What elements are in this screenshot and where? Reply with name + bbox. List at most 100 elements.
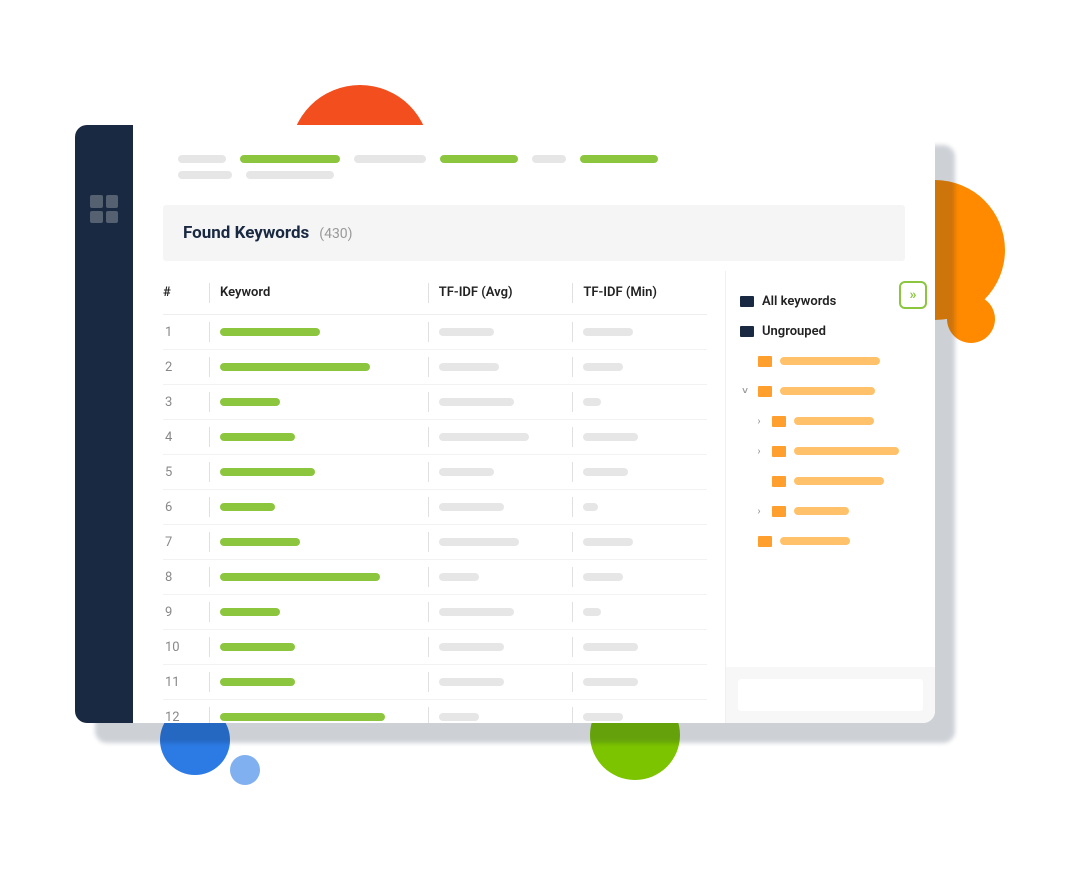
cell-tfidf-min <box>583 433 707 441</box>
folder-icon <box>758 356 772 367</box>
folder-icon <box>772 446 786 457</box>
breadcrumb-segment[interactable] <box>178 155 226 163</box>
dashboard-icon[interactable] <box>90 195 118 223</box>
chevron-icon: › <box>754 446 764 457</box>
table-body: 123456789101112 <box>163 315 707 723</box>
cell-tfidf-avg <box>439 608 563 616</box>
row-index: 9 <box>163 605 199 620</box>
folder-label-placeholder <box>794 507 849 515</box>
table-row[interactable]: 9 <box>163 595 707 630</box>
table-row[interactable]: 5 <box>163 455 707 490</box>
decor-blob-blue-bottom-2 <box>230 755 260 785</box>
table-row[interactable]: 10 <box>163 630 707 665</box>
col-header-tfidf-avg[interactable]: TF-IDF (Avg) <box>439 285 563 300</box>
folder-item[interactable] <box>740 466 921 496</box>
folder-icon <box>740 326 754 337</box>
breadcrumb-segment[interactable] <box>240 155 340 163</box>
groups-panel-footer <box>726 667 935 723</box>
cell-keyword <box>220 503 418 511</box>
col-header-index[interactable]: # <box>163 285 199 300</box>
cell-keyword <box>220 468 418 476</box>
table-row[interactable]: 7 <box>163 525 707 560</box>
breadcrumb-segment[interactable] <box>532 155 566 163</box>
page-title: Found Keywords <box>183 223 309 243</box>
folder-icon <box>772 416 786 427</box>
cell-keyword <box>220 678 418 686</box>
folder-icon <box>758 386 772 397</box>
cell-tfidf-min <box>583 713 707 721</box>
col-header-keyword[interactable]: Keyword <box>220 285 418 300</box>
table-row[interactable]: 2 <box>163 350 707 385</box>
breadcrumb-segment[interactable] <box>354 155 426 163</box>
cell-keyword <box>220 608 418 616</box>
table-row[interactable]: 8 <box>163 560 707 595</box>
cell-keyword <box>220 328 418 336</box>
folder-label-placeholder <box>780 387 875 395</box>
cell-tfidf-min <box>583 468 707 476</box>
breadcrumb-segment[interactable] <box>580 155 658 163</box>
row-index: 8 <box>163 570 199 585</box>
cell-tfidf-min <box>583 608 707 616</box>
table-row[interactable]: 3 <box>163 385 707 420</box>
folder-item[interactable]: › <box>740 496 921 526</box>
folder-ungrouped[interactable]: Ungrouped <box>740 316 921 346</box>
folder-item[interactable]: ˅ <box>740 376 921 406</box>
cell-keyword <box>220 363 418 371</box>
folder-label-placeholder <box>794 447 899 455</box>
table-row[interactable]: 12 <box>163 700 707 723</box>
row-index: 4 <box>163 430 199 445</box>
cell-tfidf-avg <box>439 643 563 651</box>
folder-item[interactable]: › <box>740 406 921 436</box>
folder-icon <box>772 476 786 487</box>
folder-item[interactable]: › <box>740 436 921 466</box>
folder-label-placeholder <box>780 537 850 545</box>
table-row[interactable]: 4 <box>163 420 707 455</box>
col-header-tfidf-min[interactable]: TF-IDF (Min) <box>583 285 707 300</box>
folder-icon <box>740 296 754 307</box>
cell-tfidf-avg <box>439 538 563 546</box>
folder-label: All keywords <box>762 294 836 309</box>
cell-tfidf-min <box>583 678 707 686</box>
folder-item[interactable] <box>740 526 921 556</box>
row-index: 10 <box>163 640 199 655</box>
footer-input-placeholder[interactable] <box>738 679 923 711</box>
cell-tfidf-avg <box>439 713 563 721</box>
cell-keyword <box>220 538 418 546</box>
breadcrumb-segment[interactable] <box>246 171 334 179</box>
row-index: 1 <box>163 325 199 340</box>
folder-all-keywords[interactable]: All keywords <box>740 286 921 316</box>
folder-label: Ungrouped <box>762 324 826 339</box>
cell-tfidf-avg <box>439 398 563 406</box>
sidebar <box>75 125 133 723</box>
folder-label-placeholder <box>780 357 880 365</box>
cell-tfidf-min <box>583 643 707 651</box>
chevron-icon: › <box>754 416 764 427</box>
collapse-panel-button[interactable]: » <box>899 281 927 309</box>
cell-tfidf-avg <box>439 678 563 686</box>
table-row[interactable]: 11 <box>163 665 707 700</box>
cell-keyword <box>220 643 418 651</box>
folder-label-placeholder <box>794 417 874 425</box>
folder-label-placeholder <box>794 477 884 485</box>
breadcrumb-segment[interactable] <box>178 171 232 179</box>
folder-tree: ˅ › › › <box>740 346 921 556</box>
breadcrumb-secondary <box>133 171 935 187</box>
cell-tfidf-min <box>583 363 707 371</box>
table-row[interactable]: 1 <box>163 315 707 350</box>
breadcrumb <box>133 155 935 171</box>
folder-icon <box>758 536 772 547</box>
breadcrumb-segment[interactable] <box>440 155 518 163</box>
folder-item[interactable] <box>740 346 921 376</box>
table-header: # Keyword TF-IDF (Avg) TF-IDF (Min) <box>163 271 707 315</box>
cell-tfidf-avg <box>439 328 563 336</box>
cell-tfidf-min <box>583 538 707 546</box>
row-index: 7 <box>163 535 199 550</box>
main-pane: Found Keywords (430) # Keyword TF-IDF (A… <box>133 125 935 723</box>
cell-keyword <box>220 433 418 441</box>
folder-icon <box>772 506 786 517</box>
cell-tfidf-avg <box>439 433 563 441</box>
row-index: 12 <box>163 710 199 724</box>
cell-keyword <box>220 573 418 581</box>
chevron-icon: ˅ <box>740 386 750 397</box>
table-row[interactable]: 6 <box>163 490 707 525</box>
